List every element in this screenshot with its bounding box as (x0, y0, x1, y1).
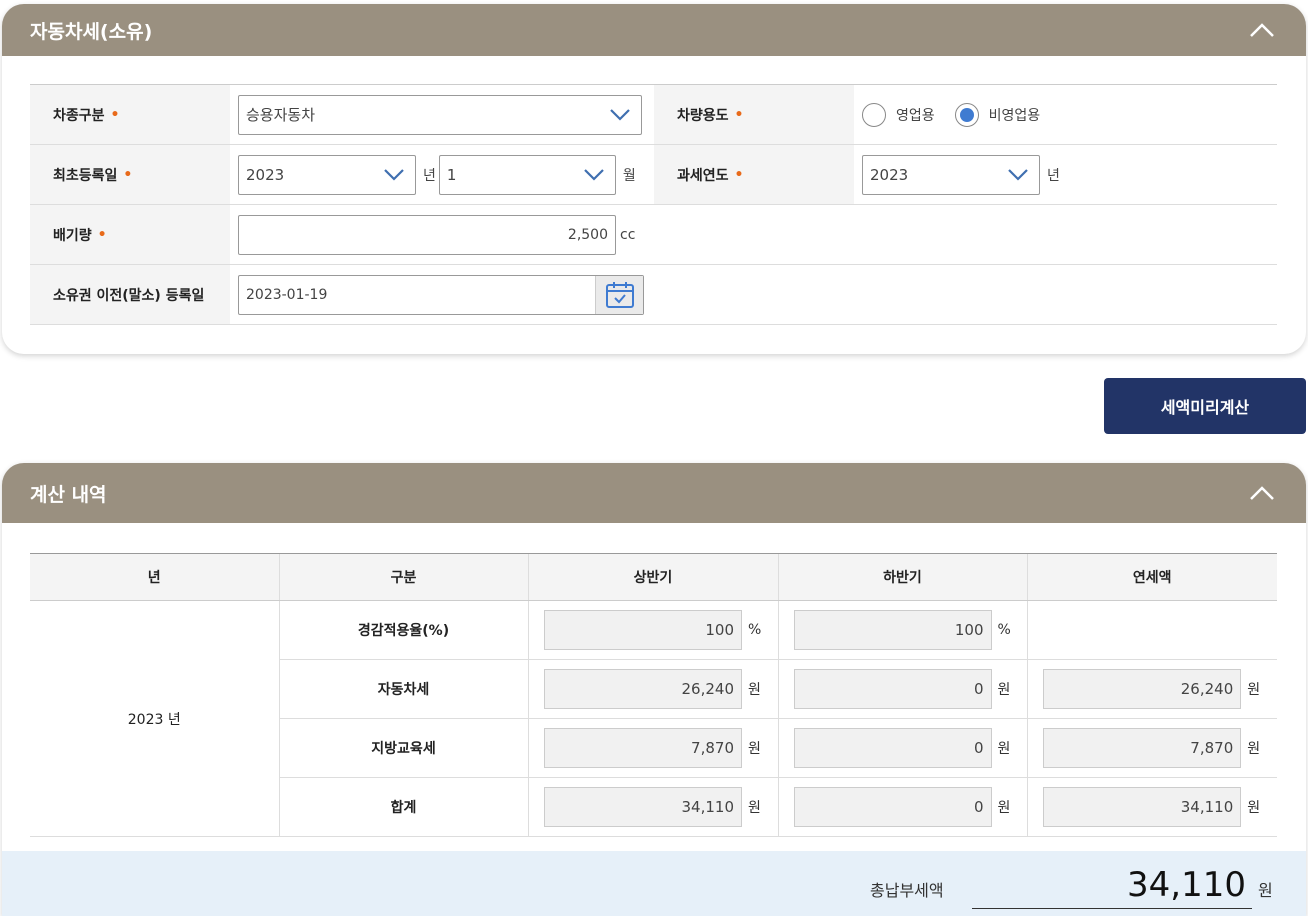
vehicle-tax-panel-header[interactable]: 자동차세(소유) (2, 4, 1306, 56)
calendar-icon (605, 281, 634, 308)
month-unit: 월 (622, 167, 636, 184)
first-half-value: 34,110 (544, 787, 742, 827)
calculate-tax-button[interactable]: 세액미리계산 (1104, 378, 1306, 434)
vehicle-form-table: 차종구분 • 승용자동차 차량용도 • 영업용 비영업용 최초등록일 • 2023 (30, 84, 1277, 325)
required-mark: • (734, 106, 744, 123)
tax-year-select[interactable]: 2023 (862, 154, 1040, 195)
header-year: 년 (30, 553, 279, 601)
displacement-label: 배기량 • (30, 205, 230, 264)
tax-year-label: 과세연도 • (654, 145, 854, 204)
total-value: 34,110 (972, 865, 1252, 909)
annual-value: 7,870 (1043, 728, 1242, 768)
vehicle-type-select[interactable]: 승용자동차 (238, 94, 642, 135)
form-row-registration: 최초등록일 • 2023 년 1 월 과세연도 • 2023 년 (30, 145, 1277, 205)
category-cell: 자동차세 (278, 659, 528, 719)
panel-title: 자동차세(소유) (30, 20, 153, 43)
total-bar: 총납부세액 34,110 원 (2, 851, 1306, 916)
header-category: 구분 (278, 553, 528, 601)
result-header-row: 년 구분 상반기 하반기 연세액 (30, 553, 1277, 601)
first-reg-label: 최초등록일 • (30, 145, 230, 204)
displacement-input[interactable]: 2,500 (238, 214, 616, 255)
category-cell: 지방교육세 (278, 718, 528, 778)
transfer-date-input[interactable]: 2023-01-19 (238, 274, 644, 315)
collapse-chevron-up-icon[interactable] (1248, 18, 1276, 42)
annual-value: 34,110 (1043, 787, 1242, 827)
transfer-date-label: 소유권 이전(말소) 등록일 (30, 265, 230, 324)
radio-commercial[interactable] (862, 102, 886, 127)
category-cell: 합계 (278, 777, 528, 837)
panel-title: 계산 내역 (30, 483, 107, 506)
vehicle-tax-panel: 자동차세(소유) 차종구분 • 승용자동차 차량용도 • 영업용 비영업용 최초등록… (2, 4, 1306, 354)
total-label: 총납부세액 (870, 881, 944, 900)
chevron-down-icon (610, 108, 630, 121)
first-half-value: 26,240 (544, 669, 742, 709)
radio-noncommercial[interactable] (954, 102, 979, 127)
result-table: 년 구분 상반기 하반기 연세액 2023 년 경감적용율(%) 100% 10… (30, 553, 1277, 837)
required-mark: • (123, 166, 133, 183)
vehicle-type-label: 차종구분 • (30, 85, 230, 144)
result-panel: 계산 내역 년 구분 상반기 하반기 연세액 2023 년 경감적용율(%) 1… (2, 463, 1306, 916)
collapse-chevron-up-icon[interactable] (1248, 481, 1276, 505)
header-first-half: 상반기 (527, 553, 778, 601)
radio-selected-dot (959, 107, 974, 122)
calendar-button[interactable] (595, 275, 643, 314)
first-half-value: 100 (544, 610, 742, 650)
radio-commercial-label[interactable]: 영업용 (896, 105, 935, 125)
annual-value: 26,240 (1043, 669, 1242, 709)
header-annual: 연세액 (1026, 553, 1277, 601)
result-panel-header[interactable]: 계산 내역 (2, 463, 1306, 523)
required-mark: • (110, 106, 120, 123)
header-second-half: 하반기 (777, 553, 1027, 601)
second-half-value: 0 (793, 728, 992, 768)
annual-empty-cell (1026, 600, 1277, 660)
category-cell: 경감적용율(%) (278, 600, 528, 660)
form-row-transfer: 소유권 이전(말소) 등록일 2023-01-19 (30, 265, 1277, 325)
table-row: 2023 년 경감적용율(%) 100% 100% (30, 600, 1277, 837)
chevron-down-icon (384, 168, 404, 181)
required-mark: • (97, 226, 107, 243)
displacement-unit: cc (620, 226, 636, 243)
total-unit: 원 (1258, 881, 1273, 900)
second-half-value: 0 (793, 787, 992, 827)
first-reg-year-select[interactable]: 2023 (238, 154, 416, 195)
required-mark: • (734, 166, 744, 183)
form-row-displacement: 배기량 • 2,500 cc (30, 205, 1277, 265)
second-half-value: 100 (793, 610, 992, 650)
year-unit: 년 (423, 167, 436, 184)
chevron-down-icon (1008, 168, 1028, 181)
year-cell: 2023 년 (30, 600, 279, 837)
chevron-down-icon (584, 168, 604, 181)
usage-label: 차량용도 • (654, 85, 854, 144)
second-half-value: 0 (793, 669, 992, 709)
tax-year-unit: 년 (1047, 167, 1060, 184)
form-row-type: 차종구분 • 승용자동차 차량용도 • 영업용 비영업용 (30, 85, 1277, 145)
first-half-value: 7,870 (544, 728, 742, 768)
first-reg-month-select[interactable]: 1 (438, 154, 616, 195)
radio-noncommercial-label[interactable]: 비영업용 (989, 105, 1041, 125)
